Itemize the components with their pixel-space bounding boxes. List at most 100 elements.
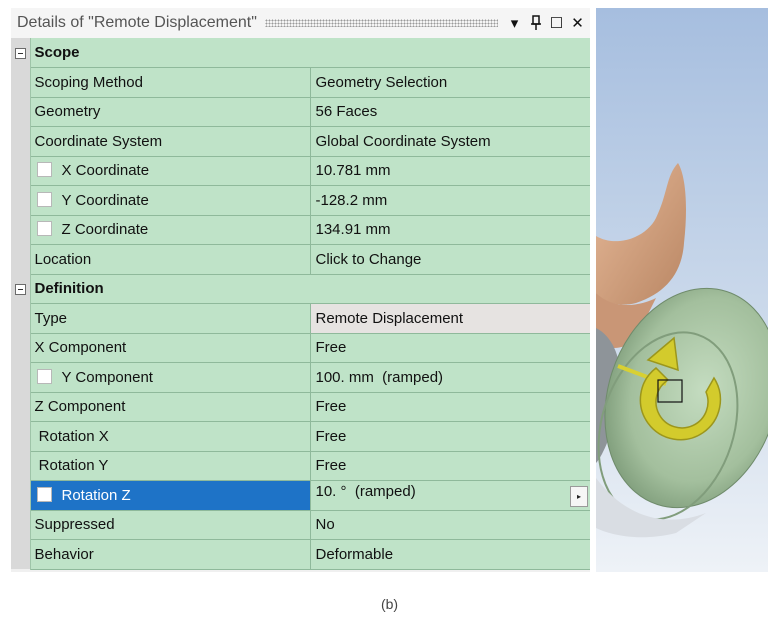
property-row[interactable]: Z Coordinate 134.91 mm	[11, 215, 590, 245]
row-gutter	[11, 303, 31, 333]
row-gutter	[11, 333, 31, 363]
property-value[interactable]: No	[310, 510, 590, 540]
maximize-icon[interactable]: ☐	[548, 13, 565, 33]
property-label: Z Coordinate	[61, 221, 149, 239]
property-row[interactable]: Type Remote Displacement	[11, 303, 590, 334]
property-name[interactable]: Rotation Z	[30, 480, 311, 511]
property-label: Type	[34, 309, 68, 327]
property-value[interactable]: Remote Displacement	[310, 303, 590, 334]
row-gutter	[11, 421, 31, 451]
property-name[interactable]: Scoping Method	[30, 67, 311, 98]
property-value-text: Remote Displacement	[315, 309, 464, 327]
property-row[interactable]: Y Coordinate -128.2 mm	[11, 185, 590, 216]
row-gutter	[11, 451, 31, 481]
details-panel: Details of "Remote Displacement" ▾ ☐ ✕ S…	[11, 8, 590, 572]
row-gutter	[11, 539, 31, 569]
property-name[interactable]: Rotation X	[30, 421, 311, 452]
property-label: X Coordinate	[61, 162, 150, 180]
property-label: Z Component	[34, 398, 126, 416]
property-name[interactable]: Y Component	[30, 362, 311, 393]
minus-box-icon[interactable]	[14, 283, 26, 295]
property-value[interactable]: 10.781 mm	[310, 156, 590, 186]
group-header-scope[interactable]: Scope	[11, 38, 590, 68]
row-gutter	[11, 362, 31, 392]
row-gutter	[11, 67, 31, 97]
parameter-checkbox[interactable]	[36, 368, 52, 384]
expand-arrow-icon[interactable]: ▸	[570, 486, 588, 508]
row-gutter	[11, 510, 31, 540]
parameter-checkbox[interactable]	[36, 162, 52, 178]
dropdown-arrow-icon[interactable]: ▾	[506, 13, 523, 33]
group-header-definition[interactable]: Definition	[11, 274, 590, 304]
parameter-checkbox[interactable]	[36, 191, 52, 207]
property-row[interactable]: Z Component Free	[11, 392, 590, 422]
property-label: Coordinate System	[34, 132, 163, 150]
property-row[interactable]: X Coordinate 10.781 mm	[11, 156, 590, 186]
property-row[interactable]: Geometry 56 Faces	[11, 97, 590, 127]
property-value[interactable]: Free	[310, 451, 590, 481]
property-row[interactable]: Rotation Z ▸ 10. ° (ramped)	[11, 480, 590, 511]
property-value-text: Global Coordinate System	[315, 132, 491, 150]
row-gutter	[11, 215, 31, 245]
details-title: Details of "Remote Displacement"	[17, 14, 257, 31]
property-value-text: No	[315, 516, 335, 534]
property-value[interactable]: Deformable	[310, 539, 590, 570]
property-value[interactable]: Free	[310, 333, 590, 363]
property-row[interactable]: Behavior Deformable	[11, 539, 590, 570]
property-value[interactable]: 56 Faces	[310, 97, 590, 127]
property-name[interactable]: Z Coordinate	[30, 215, 311, 245]
property-value-text: 134.91 mm	[315, 221, 391, 239]
parameter-checkbox[interactable]	[36, 486, 52, 502]
collapse-toggle[interactable]	[11, 274, 31, 304]
property-value[interactable]: Global Coordinate System	[310, 126, 590, 157]
property-name[interactable]: X Component	[30, 333, 311, 363]
model-viewport[interactable]	[596, 8, 768, 572]
property-row[interactable]: Coordinate System Global Coordinate Syste…	[11, 126, 590, 157]
property-value-text: 100. mm (ramped)	[315, 368, 444, 386]
close-icon[interactable]: ✕	[569, 13, 586, 33]
property-row[interactable]: Scoping Method Geometry Selection	[11, 67, 590, 98]
property-row[interactable]: X Component Free	[11, 333, 590, 363]
property-value[interactable]: Free	[310, 392, 590, 422]
property-name[interactable]: Type	[30, 303, 311, 334]
property-value-text: Geometry Selection	[315, 73, 448, 91]
row-gutter	[11, 480, 31, 510]
property-value[interactable]: -128.2 mm	[310, 185, 590, 216]
row-gutter	[11, 156, 31, 186]
property-name[interactable]: Coordinate System	[30, 126, 311, 157]
pin-glyph	[530, 15, 541, 30]
property-row[interactable]: Rotation Y Free	[11, 451, 590, 481]
title-grip[interactable]	[264, 19, 498, 27]
minus-box-icon[interactable]	[14, 47, 26, 59]
property-value[interactable]: 134.91 mm	[310, 215, 590, 245]
property-value[interactable]: Free	[310, 421, 590, 452]
property-name[interactable]: Rotation Y	[30, 451, 311, 481]
property-name[interactable]: Geometry	[30, 97, 311, 127]
pin-icon[interactable]	[527, 13, 544, 33]
property-name[interactable]: Y Coordinate	[30, 185, 311, 216]
property-value[interactable]: ▸ 10. ° (ramped)	[310, 480, 590, 511]
property-label: Suppressed	[34, 516, 115, 534]
property-name[interactable]: Location	[30, 244, 311, 275]
property-name[interactable]: Z Component	[30, 392, 311, 422]
property-value-text: Free	[315, 398, 347, 416]
row-gutter	[11, 126, 31, 156]
property-name[interactable]: Behavior	[30, 539, 311, 570]
property-label: Scoping Method	[34, 73, 143, 91]
property-value[interactable]: 100. mm (ramped)	[310, 362, 590, 393]
property-row[interactable]: Location Click to Change	[11, 244, 590, 275]
property-row[interactable]: Y Component 100. mm (ramped)	[11, 362, 590, 393]
property-name[interactable]: X Coordinate	[30, 156, 311, 186]
property-value-text: Free	[315, 339, 347, 357]
property-value[interactable]: Geometry Selection	[310, 67, 590, 98]
row-gutter	[11, 185, 31, 215]
property-name[interactable]: Suppressed	[30, 510, 311, 540]
property-row[interactable]: Rotation X Free	[11, 421, 590, 452]
property-label: Rotation X	[34, 427, 109, 445]
property-value-text: 10.781 mm	[315, 162, 391, 180]
parameter-checkbox[interactable]	[36, 221, 52, 237]
property-row[interactable]: Suppressed No	[11, 510, 590, 540]
property-label: Location	[34, 250, 92, 268]
collapse-toggle[interactable]	[11, 38, 31, 68]
property-value[interactable]: Click to Change	[310, 244, 590, 275]
